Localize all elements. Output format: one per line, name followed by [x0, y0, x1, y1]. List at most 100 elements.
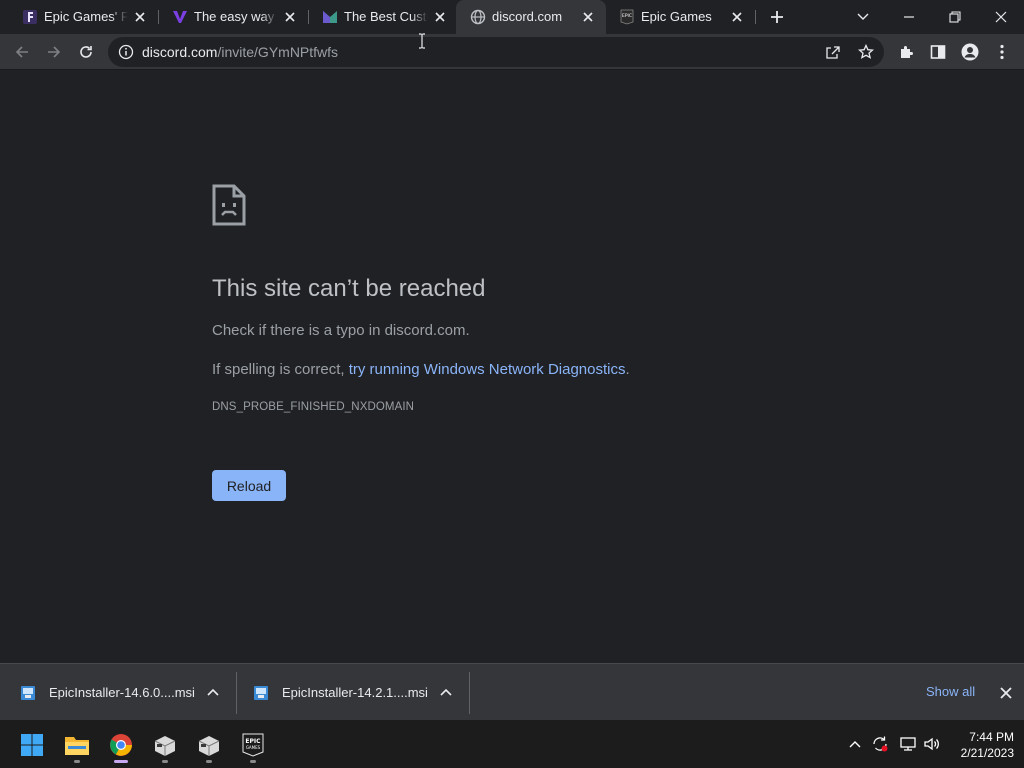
chrome-icon: [110, 734, 132, 756]
running-indicator: [114, 760, 128, 763]
volume-icon[interactable]: [923, 735, 941, 753]
tab-title: The Best Custom: [344, 9, 428, 24]
share-icon[interactable]: [824, 43, 842, 61]
profile-button[interactable]: [956, 38, 984, 66]
tab-search-button[interactable]: [840, 0, 886, 34]
minimize-button[interactable]: [886, 0, 932, 34]
running-indicator: [162, 760, 168, 763]
url-domain: discord.com: [142, 44, 218, 60]
chevron-up-icon: [849, 741, 861, 748]
error-page: This site can’t be reached Check if ther…: [0, 71, 1024, 663]
app-box-icon: [198, 736, 220, 756]
url-text[interactable]: discord.com/invite/GYmNPtfwfs: [142, 44, 338, 60]
close-tab-icon[interactable]: [282, 9, 298, 25]
taskbar-file-explorer[interactable]: [58, 726, 96, 764]
profile-avatar-icon: [961, 43, 979, 61]
download-item[interactable]: EpicInstaller-14.6.0....msi: [19, 664, 229, 721]
diagnostics-suffix: .: [625, 361, 630, 378]
close-icon: [1000, 687, 1012, 699]
close-shelf-button[interactable]: [997, 684, 1015, 702]
network-icon[interactable]: [899, 735, 917, 753]
tab-title: Epic Games' Fortnite: [44, 9, 128, 24]
tab-easy-way[interactable]: The easy way to: [158, 0, 308, 34]
url-path: /invite/GYmNPtfwfs: [217, 44, 339, 60]
error-code: DNS_PROBE_FINISHED_NXDOMAIN: [212, 401, 415, 413]
forward-button[interactable]: [40, 38, 68, 66]
browser-toolbar: discord.com/invite/GYmNPtfwfs: [0, 34, 1024, 70]
app-box-icon: [154, 736, 176, 756]
puzzle-icon: [901, 46, 913, 58]
address-bar[interactable]: discord.com/invite/GYmNPtfwfs: [108, 37, 884, 67]
close-tab-icon[interactable]: [580, 9, 596, 25]
tab-title: Epic Games: [641, 9, 712, 24]
download-filename: EpicInstaller-14.6.0....msi: [49, 685, 195, 700]
restore-icon: [949, 11, 961, 23]
extensions-button[interactable]: [892, 38, 920, 66]
chevron-up-icon[interactable]: [438, 684, 454, 700]
app-v-icon: [172, 9, 188, 25]
svg-text:EPIC: EPIC: [245, 738, 261, 745]
taskbar-chrome[interactable]: [102, 726, 140, 764]
shelf-separator: [236, 672, 237, 714]
new-tab-button[interactable]: [765, 5, 789, 29]
reload-button[interactable]: Reload: [212, 470, 286, 501]
installer-file-icon: [254, 686, 268, 700]
close-tab-icon[interactable]: [729, 9, 745, 25]
windows-start-icon: [21, 734, 43, 756]
globe-icon: [470, 9, 486, 25]
running-indicator: [74, 760, 80, 763]
reload-icon: [80, 46, 92, 58]
menu-button[interactable]: [988, 38, 1016, 66]
running-indicator: [206, 760, 212, 763]
reload-toolbar-button[interactable]: [72, 38, 100, 66]
tab-strip: Epic Games' Fortnite The easy way to The…: [0, 0, 1024, 34]
text-cursor-icon: [419, 33, 425, 49]
tab-epic-fortnite[interactable]: Epic Games' Fortnite: [8, 0, 158, 34]
close-icon: [995, 11, 1007, 23]
diagnostics-prefix: If spelling is correct,: [212, 361, 349, 378]
download-item[interactable]: EpicInstaller-14.2.1....msi: [252, 664, 462, 721]
info-icon[interactable]: [118, 44, 134, 60]
tab-best-custom[interactable]: The Best Custom: [308, 0, 458, 34]
clock-date: 2/21/2023: [960, 746, 1014, 760]
bookmark-star-icon[interactable]: [857, 43, 875, 61]
back-button[interactable]: [8, 38, 36, 66]
close-tab-icon[interactable]: [132, 9, 148, 25]
taskbar-app-1[interactable]: [146, 726, 184, 764]
chevron-down-icon: [857, 13, 869, 20]
minimize-icon: [904, 16, 914, 18]
download-filename: EpicInstaller-14.2.1....msi: [282, 685, 428, 700]
tab-epic-games[interactable]: EPIC Epic Games: [605, 0, 755, 34]
error-suggestion-typo: Check if there is a typo in discord.com.: [212, 322, 470, 339]
sync-status-icon[interactable]: [871, 735, 889, 753]
kebab-menu-icon: [1000, 44, 1004, 60]
tab-separator: [755, 10, 756, 24]
tab-title: The easy way to: [194, 9, 278, 24]
app-m-icon: [322, 9, 338, 25]
taskbar-epic-games[interactable]: EPIC GAMES: [234, 726, 272, 764]
installer-file-icon: [21, 686, 35, 700]
tab-title: discord.com: [492, 9, 563, 24]
error-suggestion-diagnostics: If spelling is correct, try running Wind…: [212, 361, 630, 378]
download-shelf: EpicInstaller-14.6.0....msi EpicInstalle…: [0, 663, 1024, 720]
windows-taskbar: EPIC GAMES 7:44 PM 2/21/2023: [0, 720, 1024, 768]
error-title: This site can’t be reached: [212, 275, 486, 302]
show-all-downloads-link[interactable]: Show all: [926, 684, 975, 699]
fortnite-icon: [22, 9, 38, 25]
taskbar-app-2[interactable]: [190, 726, 228, 764]
show-hidden-icons-button[interactable]: [846, 735, 864, 753]
svg-text:EPIC: EPIC: [622, 13, 632, 19]
restore-button[interactable]: [932, 0, 978, 34]
close-tab-icon[interactable]: [432, 9, 448, 25]
side-panel-button[interactable]: [924, 38, 952, 66]
system-clock[interactable]: 7:44 PM 2/21/2023: [948, 729, 1014, 761]
chevron-up-icon[interactable]: [205, 684, 221, 700]
epic-games-icon: EPIC: [619, 9, 635, 25]
close-window-button[interactable]: [978, 0, 1024, 34]
sad-document-icon: [212, 184, 246, 226]
start-button[interactable]: [13, 726, 51, 764]
tab-discord[interactable]: discord.com: [456, 0, 606, 34]
network-diagnostics-link[interactable]: try running Windows Network Diagnostics: [349, 361, 626, 378]
arrow-left-icon: [15, 46, 28, 58]
arrow-right-icon: [48, 46, 61, 58]
